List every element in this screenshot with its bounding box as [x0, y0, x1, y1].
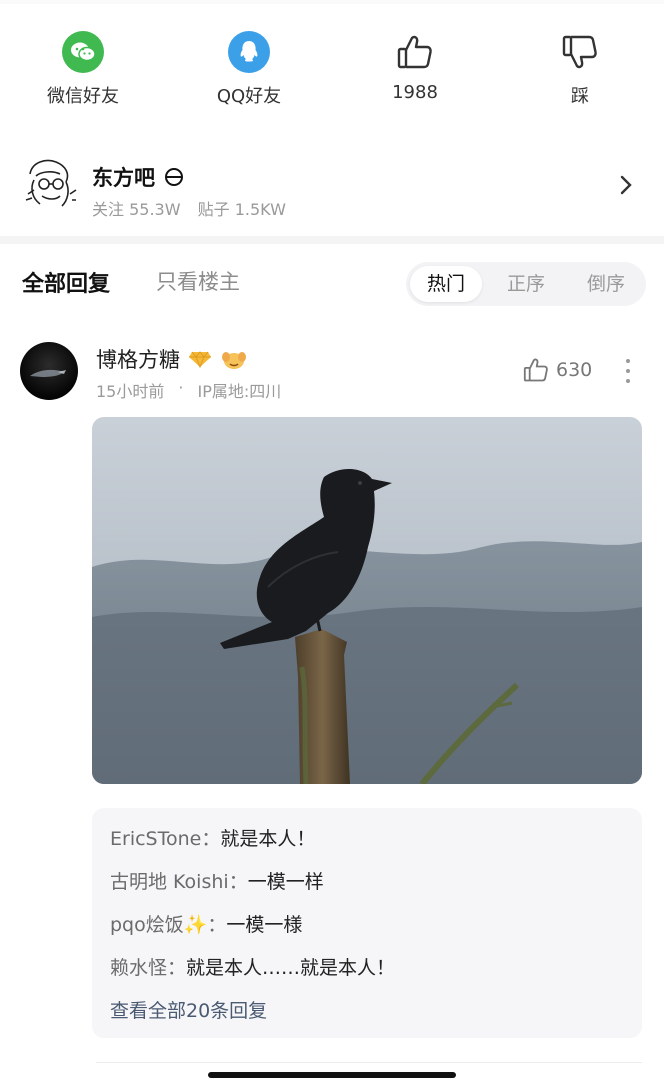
- forum-name-row: 东方吧: [92, 162, 185, 192]
- forum-stats: 关注 55.3W 贴子 1.5KW: [92, 196, 298, 220]
- post-like-count: 1988: [392, 82, 438, 103]
- sub-reply-sep: ：: [201, 828, 221, 850]
- vip-gem-icon: [189, 351, 211, 368]
- sub-reply-user[interactable]: 古明地 Koishi: [110, 871, 229, 893]
- forum-avatar: [22, 154, 78, 210]
- forum-name: 东方吧: [92, 166, 155, 190]
- post-time: 15小时前: [96, 382, 165, 401]
- forum-followers: 关注 55.3W: [92, 200, 181, 219]
- sub-reply-text: 一模一様: [226, 914, 303, 936]
- sort-descending-button[interactable]: 倒序: [570, 266, 642, 302]
- sub-reply-sep: ：: [228, 871, 248, 893]
- divider: [96, 1062, 642, 1063]
- reply-tabs: 全部回复 只看楼主 热门 正序 倒序: [0, 256, 664, 312]
- sub-reply-sep: ：: [167, 957, 187, 979]
- forum-level-icon: [165, 168, 183, 186]
- sub-replies-box: EricSTone：就是本人！ 古明地 Koishi：一模一样 pqo烩饭✨：一…: [92, 808, 642, 1038]
- section-divider: [0, 236, 664, 244]
- ip-location: IP属地:四川: [197, 382, 282, 401]
- qq-icon: [228, 31, 270, 73]
- meta-dot: ·: [178, 378, 184, 397]
- wechat-icon: [62, 31, 104, 73]
- like-post-button[interactable]: 1988: [355, 30, 475, 103]
- sub-reply-text: 就是本人……就是本人！: [186, 957, 396, 979]
- qq-icon-wrap: [227, 30, 271, 74]
- chevron-right-icon: [620, 175, 632, 195]
- sub-reply[interactable]: pqo烩饭✨：一模一様: [110, 910, 624, 953]
- sub-reply-user[interactable]: pqo烩饭✨: [110, 914, 207, 936]
- share-qq-button[interactable]: QQ好友: [189, 30, 309, 108]
- view-all-replies-link[interactable]: 查看全部20条回复: [110, 996, 624, 1026]
- share-action-row: 微信好友 QQ好友 1988 踩: [0, 30, 664, 110]
- forum-card[interactable]: 东方吧 关注 55.3W 贴子 1.5KW: [0, 148, 664, 224]
- tab-op-only[interactable]: 只看楼主: [156, 266, 240, 296]
- sort-ascending-button[interactable]: 正序: [490, 266, 562, 302]
- username[interactable]: 博格方糖: [96, 344, 180, 374]
- sort-switch: 热门 正序 倒序: [406, 262, 646, 306]
- post-detail-screen: 微信好友 QQ好友 1988 踩 东方吧 关注 55.3W 贴子 1.5KW 全…: [0, 0, 664, 1088]
- share-wechat-button[interactable]: 微信好友: [23, 30, 143, 108]
- sub-reply-text: 就是本人！: [220, 828, 316, 850]
- home-indicator[interactable]: [208, 1072, 456, 1078]
- post-meta: 15小时前 · IP属地:四川: [96, 378, 281, 402]
- sub-reply-user[interactable]: EricSTone: [110, 828, 201, 850]
- sub-reply-user[interactable]: 赖水怪: [110, 957, 167, 979]
- sub-reply[interactable]: EricSTone：就是本人！: [110, 824, 624, 867]
- sub-reply[interactable]: 赖水怪：就是本人……就是本人！: [110, 953, 624, 996]
- reply-like-button[interactable]: 630: [522, 356, 592, 384]
- dislike-label: 踩: [571, 86, 589, 107]
- thumbs-up-icon: [523, 358, 548, 382]
- share-wechat-label: 微信好友: [47, 86, 119, 107]
- sub-reply-sep: ：: [207, 914, 227, 936]
- wechat-icon-wrap: [61, 30, 105, 74]
- sub-reply-text: 一模一样: [247, 871, 324, 893]
- sub-reply[interactable]: 古明地 Koishi：一模一样: [110, 867, 624, 910]
- more-options-icon[interactable]: [620, 356, 636, 386]
- forum-post-count: 贴子 1.5KW: [197, 200, 286, 219]
- top-edge: [0, 0, 664, 4]
- user-avatar[interactable]: [20, 342, 78, 400]
- username-row: 博格方糖: [96, 344, 248, 374]
- tab-all-replies[interactable]: 全部回复: [22, 266, 110, 298]
- reply-like-count: 630: [556, 359, 593, 381]
- dislike-post-button[interactable]: 踩: [520, 30, 640, 108]
- thumbs-down-icon: [558, 30, 602, 74]
- emoji-badge-icon: [222, 352, 246, 369]
- thumbs-up-icon: [393, 30, 437, 74]
- share-qq-label: QQ好友: [216, 86, 282, 107]
- sort-hot-button[interactable]: 热门: [410, 266, 482, 302]
- post-image[interactable]: [92, 417, 642, 784]
